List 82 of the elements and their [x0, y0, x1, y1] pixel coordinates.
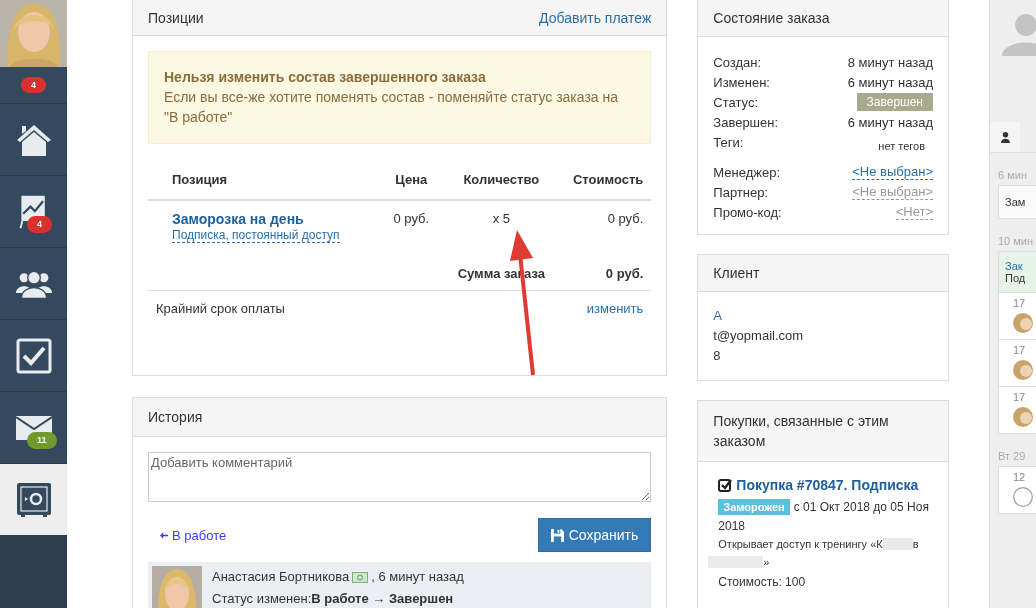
access-text: »: [763, 555, 770, 570]
feed-text: 17: [1013, 297, 1027, 309]
table-cell-text: x 5: [491, 211, 511, 228]
panel-title: Позиции: [148, 9, 204, 26]
access-text: в: [912, 537, 919, 552]
alert-title: Нельзя изменить состав завершенного заказа: [164, 68, 487, 87]
client-email: t@yopmail.com: [713, 327, 805, 344]
manager-select-link[interactable]: <Не выбран>: [852, 164, 933, 180]
column-header: Стоимость: [572, 172, 644, 187]
status-change: В работе → Завершен: [311, 591, 454, 606]
alert-text: Если вы все-же хотите поменять состав - поменяйте статус заказа на "В работе": [164, 88, 619, 127]
feed-text: 17: [1013, 391, 1027, 403]
field-label: Теги:: [713, 134, 744, 150]
save-button[interactable]: Сохранить: [537, 518, 652, 552]
purchase-cost: Стоимость: 100: [718, 575, 807, 589]
notification-badge: 4: [21, 76, 46, 94]
panel-title: Состояние заказа: [713, 10, 830, 26]
feed-time: Вт 29: [998, 450, 1027, 462]
field-label: Менеджер:: [713, 164, 780, 180]
user-tab[interactable]: [990, 122, 1020, 152]
client-name-link[interactable]: А: [713, 307, 933, 324]
left-arrow-icon: [160, 531, 168, 539]
field-label: Промо-код:: [713, 204, 782, 220]
total-value: 0 руб.: [604, 265, 644, 281]
safe-icon: [15, 481, 52, 518]
checkbox-icon: [718, 478, 733, 492]
nav-item[interactable]: [0, 320, 67, 392]
access-text: Открывает доступ к тренингу «К: [718, 537, 883, 552]
nav-item[interactable]: [0, 248, 67, 320]
nav-item[interactable]: [0, 104, 67, 176]
nav-item[interactable]: 4: [0, 176, 67, 248]
panel-title: Покупки, связанные с этим заказом: [713, 412, 890, 451]
column-header: Количество: [462, 172, 541, 187]
status-badge: Завершен: [856, 93, 933, 111]
field-label: Завершен:: [713, 114, 779, 130]
feed-text: Под: [1005, 272, 1027, 284]
entry-time: , 6 минут назад: [371, 568, 464, 586]
feed-time: 6 мин: [998, 169, 1028, 181]
field-value: 8 минут назад: [847, 54, 933, 70]
table-cell-text: 0 руб.: [606, 211, 644, 228]
change-link[interactable]: изменить: [586, 301, 644, 316]
field-label: Изменен:: [713, 74, 770, 90]
notification-badge: 4: [27, 216, 52, 233]
notification-badge: 11: [27, 432, 57, 449]
field-label: Партнер:: [713, 184, 769, 200]
nav-item[interactable]: 11: [0, 392, 67, 464]
deadline-label: Крайний срок оплаты: [156, 301, 285, 316]
banknote-icon: [352, 571, 369, 583]
field-label: Статус:: [713, 94, 759, 110]
field-label: Создан:: [713, 54, 762, 70]
user-icon: [1000, 131, 1010, 143]
table-cell-text: 0 руб.: [392, 211, 431, 228]
column-header: Цена: [394, 172, 429, 187]
checkbox-icon: [15, 337, 52, 374]
comment-field[interactable]: Добавить комментарий: [148, 452, 652, 502]
feed-text: 12: [1013, 471, 1027, 483]
back-status-link[interactable]: В работе: [160, 527, 227, 543]
purchase-link[interactable]: Покупка #70847. Подписка: [736, 477, 919, 493]
client-phone: 8: [713, 347, 722, 364]
item-link[interactable]: Заморозка на день: [172, 211, 377, 227]
field-value: 6 минут назад: [847, 114, 933, 130]
status-badge: Заморожен: [718, 499, 790, 515]
nav-item[interactable]: [0, 464, 67, 536]
feed-time: 10 мин: [998, 235, 1035, 247]
author-name: Анастасия Бортникова: [212, 568, 350, 586]
panel-title: История: [148, 409, 203, 425]
purchase-period: с 01 Окт 2018 до 05 Ноя: [793, 500, 929, 514]
status-change-label: Статус изменен:: [212, 591, 312, 606]
avatar-icon: [1013, 487, 1033, 507]
field-value: 6 минут назад: [847, 74, 933, 90]
save-icon: [550, 528, 564, 542]
select-link[interactable]: <Нет>: [895, 204, 933, 220]
add-payment-link[interactable]: Добавить платеж: [539, 9, 652, 26]
item-subtitle-link[interactable]: Подписка, постоянный доступ: [172, 228, 340, 243]
column-header: Позиция: [172, 172, 229, 187]
purchase-period: 2018: [718, 518, 746, 535]
panel-title: Клиент: [713, 265, 760, 281]
feed-text: 17: [1013, 344, 1027, 356]
feed-text: Зак: [1005, 260, 1024, 272]
tags-value: нет тегов: [877, 139, 926, 152]
feed-text: Зам: [1005, 196, 1027, 208]
user-silhouette-icon: [1002, 12, 1036, 56]
